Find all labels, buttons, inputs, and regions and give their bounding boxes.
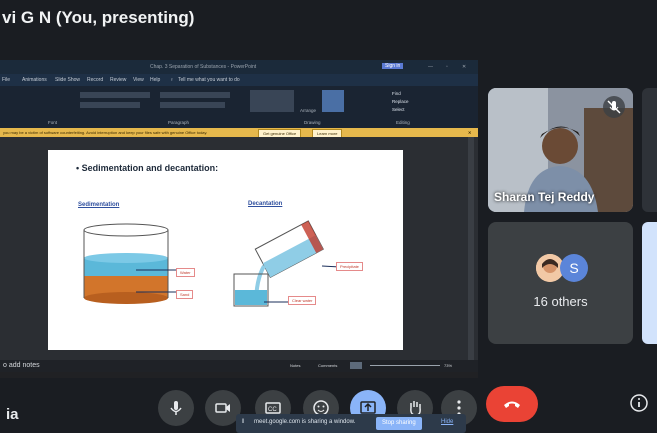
participant-name: Sharan Tej Reddy [494,190,595,204]
group-font: Font [48,120,58,125]
font-format-buttons[interactable] [80,102,140,108]
participant-tile-partial[interactable] [642,222,657,344]
ribbon: Arrange Find Replace Select Font Paragra… [0,86,478,128]
tab-help[interactable]: Help [150,77,160,83]
arrange-button[interactable]: Arrange [300,108,316,113]
alignment-buttons[interactable] [160,102,225,108]
tab-slide-show[interactable]: Slide Show [55,77,80,83]
avatar-letter: S [560,254,588,282]
notes-bar: o add notes Notes Comments 73% [0,360,478,372]
microphone-icon [170,401,182,415]
sedimentation-beaker [83,223,180,304]
notes-button[interactable]: Notes [290,363,300,368]
ppt-title-bar: Chap. 3 Separation of Substances - Power… [0,60,478,74]
close-warning-icon[interactable]: ✕ [468,130,471,135]
quick-styles[interactable] [322,90,344,112]
group-drawing: Drawing [304,120,321,125]
tab-review[interactable]: Review [110,77,126,83]
normal-view-icon[interactable] [350,362,362,369]
meeting-info-button[interactable] [628,392,650,414]
slide-canvas: • Sedimentation and decantation: Sedimen… [48,150,403,350]
office-warning-bar: you may be a victim of software counterf… [0,128,478,138]
label-water: Water [176,268,195,277]
sedimentation-heading: Sedimentation [78,202,120,208]
group-paragraph: Paragraph [168,120,190,125]
end-call-button[interactable] [486,386,538,422]
tell-me-search[interactable]: Tell me what you want to do [178,77,240,83]
meeting-details-text: ia [6,406,19,423]
vertical-scrollbar[interactable] [468,137,474,360]
participant-tile-partial[interactable] [642,88,657,212]
maximize-icon[interactable]: ▫ [446,64,448,70]
sign-in-button[interactable]: Sign in [382,63,404,69]
sharing-text: meet.google.com is sharing a window. [254,419,356,425]
minimize-icon[interactable]: — [428,64,433,70]
others-count: 16 others [533,294,588,309]
replace-button[interactable]: Replace [392,99,409,104]
zoom-level[interactable]: 73% [444,363,452,368]
slide-title: • Sedimentation and decantation: [76,163,219,173]
warning-text: you may be a victim of software counterf… [3,130,208,135]
stop-sharing-button[interactable]: Stop sharing [376,417,422,430]
pause-icon: ‖ [242,419,245,425]
camera-icon [215,403,230,413]
label-sand: Sand [176,290,194,299]
select-button[interactable]: Select [392,107,405,112]
group-editing: Editing [396,120,410,125]
microphone-button[interactable] [158,390,194,426]
shared-window: Chap. 3 Separation of Substances - Power… [0,60,478,378]
label-clear-water: Clear water [288,296,317,305]
presenter-name: vi G N (You, presenting) [2,8,195,27]
info-icon [630,394,648,412]
phone-hangup-icon [504,401,520,408]
hide-link[interactable]: Hide [441,419,453,425]
tab-record[interactable]: Record [87,77,103,83]
close-icon[interactable]: ✕ [462,64,466,70]
sharing-notification: ‖ meet.google.com is sharing a window. S… [236,414,466,433]
notes-placeholder[interactable]: o add notes [3,362,40,369]
lightbulb-icon: ♀ [170,77,174,83]
zoom-slider[interactable] [370,365,440,366]
comments-button[interactable]: Comments [318,363,337,368]
font-controls[interactable] [80,92,150,98]
shapes-gallery[interactable] [250,90,294,112]
paragraph-controls[interactable] [160,92,230,98]
find-button[interactable]: Find [392,91,401,96]
svg-text:CC: CC [268,407,277,413]
ppt-title: Chap. 3 Separation of Substances - Power… [150,64,257,70]
label-precipitate: Precipitate [336,262,363,271]
mic-off-icon [603,96,625,118]
others-tile[interactable]: S 16 others [488,222,633,344]
tab-file[interactable]: File [2,77,10,83]
participant-tile-main[interactable]: Sharan Tej Reddy [488,88,633,212]
tab-animations[interactable]: Animations [22,77,47,83]
decantation-heading: Decantation [248,201,283,207]
ribbon-tabs: File Animations Slide Show Record Review… [0,74,478,86]
tab-view[interactable]: View [133,77,144,83]
